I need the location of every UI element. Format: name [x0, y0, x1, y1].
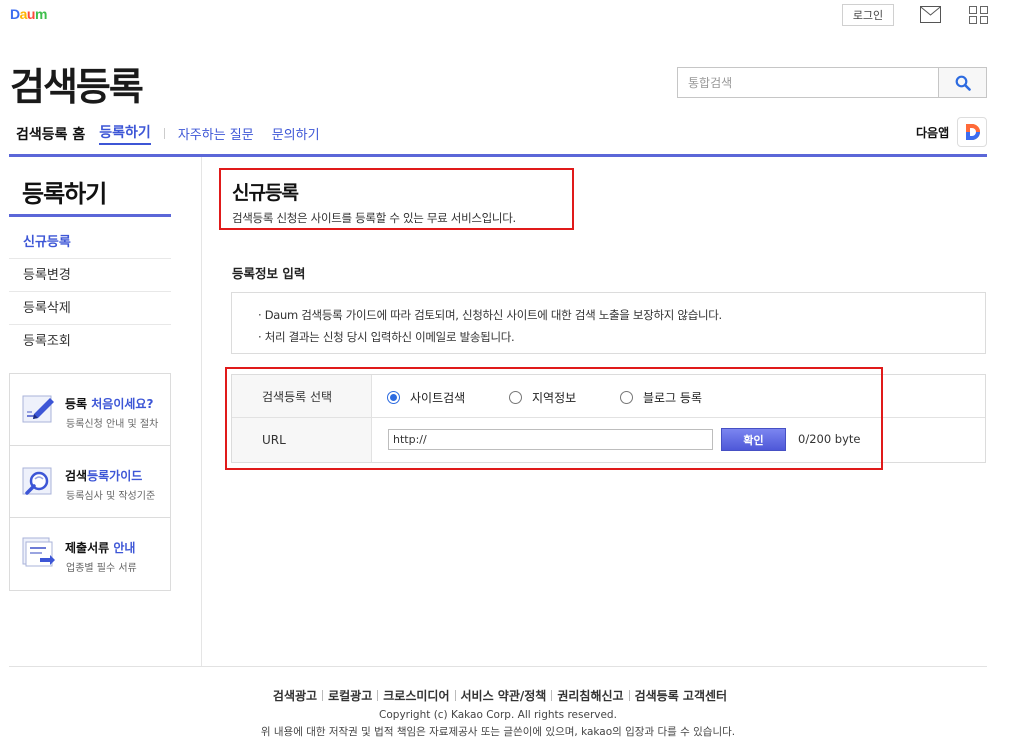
footer-separator	[551, 690, 553, 701]
notice-box: · Daum 검색등록 가이드에 따라 검토되며, 신청하신 사이트에 대한 검…	[231, 292, 986, 354]
mail-icon[interactable]	[920, 6, 941, 23]
banner-title-part: 등록	[65, 397, 92, 411]
disclaimer: 위 내용에 대한 저작권 및 법적 책임은 자료제공사 또는 글쓴이에 있으며,…	[260, 726, 736, 738]
footer-link-terms[interactable]: 서비스 약관/정책	[461, 689, 547, 703]
logo-letter: D	[10, 6, 20, 22]
section-title: 등록정보 입력	[232, 266, 306, 281]
footer-separator	[322, 690, 324, 701]
banner-subtitle: 등록심사 및 작성기준	[66, 491, 156, 502]
daum-d-icon	[966, 124, 980, 140]
banner-title-highlight: 처음이세요?	[91, 397, 154, 411]
apps-grid-icon[interactable]	[969, 6, 988, 24]
banner-first-time[interactable]: 등록 처음이세요? 등록신청 안내 및 절차	[10, 374, 170, 446]
banner-title: 검색등록가이드	[65, 467, 142, 484]
sidebar-banners: 등록 처음이세요? 등록신청 안내 및 절차 검색등록가이드 등록심사 및 작성…	[9, 373, 171, 591]
daum-logo[interactable]: Daum	[10, 6, 47, 22]
banner-subtitle: 업종별 필수 서류	[66, 563, 137, 574]
search-input[interactable]	[678, 68, 938, 97]
highlight-box-form	[225, 367, 883, 470]
logo-letter: m	[34, 6, 47, 22]
nav-home[interactable]: 검색등록 홈	[16, 124, 85, 144]
sidebar-divider	[9, 214, 171, 217]
main-description: 검색등록 신청은 사이트를 등록할 수 있는 무료 서비스입니다.	[232, 211, 516, 225]
footer-link-rights[interactable]: 권리침해신고	[557, 689, 623, 703]
search-icon	[955, 75, 971, 91]
banner-title: 등록 처음이세요?	[65, 395, 153, 412]
sidebar-item-change[interactable]: 등록변경	[9, 259, 171, 292]
banner-title-highlight: 등록가이드	[87, 469, 143, 483]
footer-link-support[interactable]: 검색등록 고객센터	[635, 689, 728, 703]
footer-divider	[9, 666, 987, 667]
edit-document-icon	[22, 395, 54, 423]
nav-inquiry[interactable]: 문의하기	[272, 124, 320, 143]
sidebar-item-new[interactable]: 신규등록	[9, 226, 171, 259]
copyright: Copyright (c) Kakao Corp. All rights res…	[379, 709, 617, 721]
magnifier-document-icon	[22, 467, 52, 495]
logo-letter: a	[19, 6, 28, 22]
sidebar-separator	[201, 157, 202, 666]
footer-link-cross-media[interactable]: 크로스미디어	[383, 689, 449, 703]
footer-link-search-ad[interactable]: 검색광고	[273, 689, 317, 703]
global-nav: 검색등록 홈 등록하기 자주하는 질문 문의하기	[16, 122, 338, 145]
nav-register[interactable]: 등록하기	[99, 122, 151, 145]
notice-line: · 처리 결과는 신청 당시 입력하신 이메일로 발송됩니다.	[258, 330, 515, 344]
document-arrow-icon	[22, 537, 55, 567]
footer-links: 검색광고 로컬광고 크로스미디어 서비스 약관/정책 권리침해신고 검색등록 고객센터	[0, 687, 1000, 704]
banner-title-highlight: 안내	[113, 541, 136, 555]
footer-separator	[454, 690, 456, 701]
notice-line: · Daum 검색등록 가이드에 따라 검토되며, 신청하신 사이트에 대한 검…	[258, 308, 722, 322]
footer-separator	[377, 690, 379, 701]
logo-letter: u	[26, 6, 36, 22]
daum-app-label[interactable]: 다음앱	[916, 124, 949, 141]
search-box	[677, 67, 987, 98]
sidebar-item-delete[interactable]: 등록삭제	[9, 292, 171, 325]
search-button[interactable]	[938, 68, 986, 97]
header-divider	[9, 154, 987, 157]
footer-link-local-ad[interactable]: 로컬광고	[328, 689, 372, 703]
banner-documents[interactable]: 제출서류 안내 업종별 필수 서류	[10, 518, 170, 590]
footer-separator	[628, 690, 630, 701]
banner-guide[interactable]: 검색등록가이드 등록심사 및 작성기준	[10, 446, 170, 518]
banner-title: 제출서류 안내	[65, 539, 135, 556]
login-button[interactable]: 로그인	[842, 4, 894, 26]
banner-title-part: 검색	[65, 469, 88, 483]
sidebar-title: 등록하기	[22, 180, 107, 208]
banner-subtitle: 등록신청 안내 및 절차	[66, 419, 159, 430]
daum-app-icon[interactable]	[957, 117, 987, 147]
page-title[interactable]: 검색등록	[10, 56, 144, 111]
sidebar-item-lookup[interactable]: 등록조회	[9, 325, 171, 358]
main-title: 신규등록	[232, 182, 299, 204]
nav-divider	[163, 128, 165, 139]
banner-title-part: 제출서류	[65, 541, 114, 555]
nav-faq[interactable]: 자주하는 질문	[178, 124, 254, 143]
sidebar-menu: 신규등록 등록변경 등록삭제 등록조회	[9, 226, 171, 358]
